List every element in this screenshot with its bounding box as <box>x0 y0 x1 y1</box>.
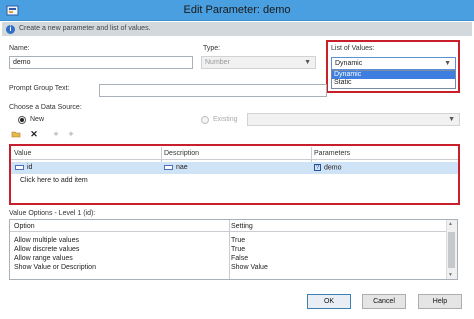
parameter-icon: ? <box>314 164 321 171</box>
delete-icon[interactable]: ✕ <box>29 129 39 139</box>
description-field-icon <box>164 164 173 170</box>
type-label: Type: <box>203 45 221 52</box>
table-row[interactable] <box>11 162 458 174</box>
grid-header-divider <box>11 159 458 160</box>
ok-button[interactable]: OK <box>307 294 351 309</box>
value-options-header-divider <box>10 231 446 232</box>
name-input[interactable]: demo <box>9 56 193 69</box>
chevron-down-icon: ▼ <box>304 59 311 66</box>
info-icon: i <box>6 25 15 34</box>
value-options-header-option: Option <box>14 223 35 230</box>
grid-cell-value[interactable]: id <box>15 164 32 171</box>
values-grid-highlight <box>9 144 460 205</box>
grid-header-description: Description <box>164 150 200 157</box>
list-item[interactable]: Allow range values False <box>10 254 446 263</box>
name-label: Name: <box>9 45 30 52</box>
list-of-values-option-dynamic[interactable]: Dynamic <box>332 71 455 79</box>
move-down-icon[interactable]: ✦ <box>66 129 76 139</box>
scrollbar-thumb[interactable] <box>448 232 455 268</box>
existing-radio[interactable] <box>201 116 209 124</box>
window-title: Edit Parameter: demo <box>183 4 291 16</box>
list-of-values-dropdown: Dynamic Static <box>331 70 456 89</box>
data-source-label: Choose a Data Source: <box>9 104 82 111</box>
value-options-header-setting: Setting <box>231 223 253 230</box>
value-field-icon <box>15 164 24 170</box>
cancel-button[interactable]: Cancel <box>362 294 406 309</box>
list-item[interactable]: Allow multiple values True <box>10 236 446 245</box>
existing-radio-label: Existing <box>213 116 238 123</box>
list-of-values-label: List of Values: <box>331 45 375 52</box>
prompt-group-label: Prompt Group Text: <box>9 85 70 92</box>
value-options-header: Option Setting <box>10 222 446 231</box>
list-of-values-selected: Dynamic <box>335 60 363 67</box>
new-radio[interactable] <box>18 116 26 124</box>
new-radio-label: New <box>30 116 45 123</box>
list-item[interactable]: Show Value or Description Show Value <box>10 263 446 272</box>
type-select[interactable]: Number ▼ <box>201 56 316 69</box>
name-value: demo <box>13 59 31 66</box>
scroll-up-icon[interactable]: ▲ <box>448 221 453 227</box>
type-value: Number <box>205 59 230 66</box>
list-item[interactable]: Allow discrete values True <box>10 245 446 254</box>
grid-header-value: Value <box>14 150 32 157</box>
help-button[interactable]: Help <box>418 294 462 309</box>
info-text: Create a new parameter and list of value… <box>19 25 151 32</box>
grid-cell-parameters[interactable]: ? demo <box>314 164 342 171</box>
chevron-down-icon: ▼ <box>444 60 451 67</box>
list-of-values-option-static[interactable]: Static <box>332 79 455 87</box>
prompt-group-input[interactable] <box>99 84 327 97</box>
chevron-down-icon: ▼ <box>448 116 455 123</box>
add-item-row[interactable]: Click here to add item <box>20 177 88 184</box>
grid-header-parameters: Parameters <box>314 150 351 157</box>
grid-cell-description[interactable]: nae <box>164 164 188 171</box>
move-up-icon[interactable]: ✦ <box>51 129 61 139</box>
list-of-values-select[interactable]: Dynamic ▼ <box>331 57 456 70</box>
scroll-down-icon[interactable]: ▼ <box>448 272 453 278</box>
value-options-label: Value Options - Level 1 (id): <box>9 210 96 217</box>
radio-dot-icon <box>20 118 24 122</box>
existing-source-select[interactable]: ▼ <box>247 113 460 126</box>
open-folder-icon[interactable] <box>11 129 21 139</box>
